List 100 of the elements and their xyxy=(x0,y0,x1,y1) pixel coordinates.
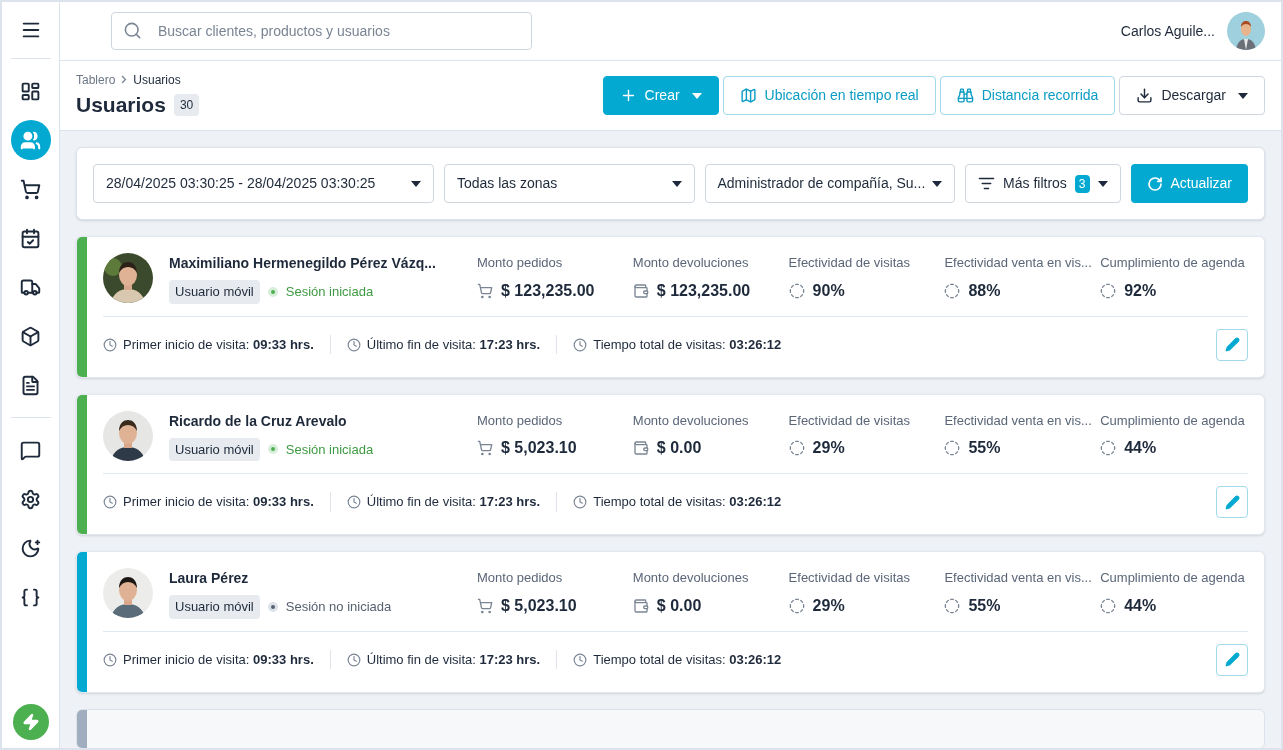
metric-label: Monto devoluciones xyxy=(632,411,750,430)
document-icon xyxy=(20,374,41,396)
metric-value: 44% xyxy=(1124,595,1157,616)
user-name: Ricardo de la Cruz Arevalo xyxy=(169,411,347,431)
visit-time: Primer inicio de visita: 09:33 hrs. xyxy=(123,493,314,512)
metric-value: $ 0.00 xyxy=(656,438,702,458)
edit-button[interactable] xyxy=(1216,328,1248,361)
metric-value: $ 5,023.10 xyxy=(501,595,577,616)
metric-value: 29% xyxy=(812,595,845,616)
filter-select[interactable]: 28/04/2025 03:30:25 - 28/04/2025 03:30:25 xyxy=(93,164,434,203)
caret-icon xyxy=(1097,180,1108,187)
pencil-icon xyxy=(1224,494,1240,510)
clock-icon xyxy=(346,495,361,509)
visit-time: Primer inicio de visita: 09:33 hrs. xyxy=(123,650,314,669)
progress-ring-icon xyxy=(788,282,805,299)
edit-button[interactable] xyxy=(1216,486,1248,518)
caret-icon xyxy=(671,180,682,187)
metric-label: Monto pedidos xyxy=(477,569,564,587)
caret-icon xyxy=(1238,92,1248,99)
clock-icon xyxy=(346,652,361,667)
user-avatar[interactable] xyxy=(1227,12,1265,50)
visit-time: Último fin de visita: 17:23 hrs. xyxy=(366,493,541,512)
dashboard-icon xyxy=(20,80,41,102)
session-status: Sesión no iniciada xyxy=(285,598,392,616)
clock-icon xyxy=(573,652,588,667)
metric-label: Monto pedidos xyxy=(477,411,564,430)
binoculars-icon xyxy=(956,87,974,104)
breadcrumb-link[interactable]: Usuarios xyxy=(133,70,181,89)
action-button[interactable]: Descargar xyxy=(1119,76,1265,115)
progress-ring-icon xyxy=(944,597,961,614)
caret-icon xyxy=(691,92,702,99)
metric-label: Efectividad venta en vis... xyxy=(944,254,1093,272)
visit-time: Último fin de visita: 17:23 hrs. xyxy=(366,650,541,669)
progress-ring-icon xyxy=(788,597,805,614)
moon-icon xyxy=(20,537,41,559)
metric-value: 92% xyxy=(1124,280,1157,301)
metric-label: Cumplimiento de agenda xyxy=(1100,569,1246,587)
filter-count-badge: 3 xyxy=(1074,174,1090,193)
progress-ring-icon xyxy=(944,440,961,456)
progress-ring-icon xyxy=(1100,282,1117,299)
search-icon xyxy=(123,21,142,40)
filter-select[interactable]: Administrador de compañía, Su... xyxy=(704,164,956,203)
wallet-icon xyxy=(632,440,649,456)
progress-ring-icon xyxy=(1100,597,1117,614)
cart-icon xyxy=(477,597,493,614)
caret-icon xyxy=(932,180,943,187)
metric-label: Efectividad de visitas xyxy=(788,569,911,587)
metric-label: Efectividad venta en vis... xyxy=(944,569,1093,587)
download-icon xyxy=(1136,87,1154,104)
progress-ring-icon xyxy=(1100,440,1117,456)
map-icon xyxy=(739,87,757,104)
visit-time: Tiempo total de visitas: 03:26:12 xyxy=(593,650,782,669)
role-tag: Usuario móvil xyxy=(169,595,260,619)
progress-ring-icon xyxy=(944,282,961,299)
metric-value: $ 123,235.00 xyxy=(656,280,751,301)
user-name: Laura Pérez xyxy=(169,569,249,588)
user-name: Maximiliano Hermenegildo Pérez Vázq... xyxy=(169,254,436,273)
pencil-icon xyxy=(1224,652,1240,667)
filter-select[interactable]: Todas las zonas xyxy=(443,164,695,203)
metric-value: $ 123,235.00 xyxy=(501,280,595,301)
metric-label: Efectividad venta en vis... xyxy=(944,411,1093,430)
metric-label: Efectividad de visitas xyxy=(788,254,911,272)
count-badge: 30 xyxy=(173,93,200,116)
lightning-icon xyxy=(21,713,40,731)
filter-icon xyxy=(978,175,996,192)
caret-icon xyxy=(410,180,421,187)
metric-value: 29% xyxy=(812,438,845,458)
search-field[interactable]: Buscar clientes, productos y usuarios xyxy=(111,12,532,50)
users-icon xyxy=(20,129,41,151)
visit-time: Tiempo total de visitas: 03:26:12 xyxy=(593,493,782,512)
user-name: Carlos Aguile... xyxy=(1120,21,1215,41)
box-icon xyxy=(20,325,41,347)
role-tag: Usuario móvil xyxy=(169,437,260,461)
visit-time: Tiempo total de visitas: 03:26:12 xyxy=(593,335,782,354)
session-status: Sesión iniciada xyxy=(285,283,374,301)
pencil-icon xyxy=(1224,337,1240,352)
visit-time: Primer inicio de visita: 09:33 hrs. xyxy=(123,335,314,354)
chat-icon xyxy=(20,439,41,461)
quick-action-button[interactable] xyxy=(12,704,49,740)
metric-value: 55% xyxy=(968,438,1001,458)
wallet-icon xyxy=(632,282,649,299)
calendar-icon xyxy=(20,227,41,249)
cart-icon xyxy=(477,440,493,456)
role-tag: Usuario móvil xyxy=(169,280,260,304)
clock-icon xyxy=(346,337,361,352)
settings-icon xyxy=(20,488,41,510)
metric-value: $ 5,023.10 xyxy=(501,438,577,458)
page-title: Usuarios xyxy=(76,91,166,118)
refresh-icon xyxy=(1146,175,1163,192)
metric-label: Monto devoluciones xyxy=(632,569,750,587)
metric-label: Monto devoluciones xyxy=(632,254,750,272)
metric-value: 55% xyxy=(968,595,1001,616)
session-status: Sesión iniciada xyxy=(285,440,374,459)
clock-icon xyxy=(573,337,588,352)
more-filters-button[interactable]: Más filtros 3 xyxy=(965,164,1121,203)
clock-icon xyxy=(573,495,588,509)
edit-button[interactable] xyxy=(1216,643,1248,676)
metric-label: Monto pedidos xyxy=(477,254,564,272)
breadcrumb-link[interactable]: Tablero xyxy=(76,70,116,89)
metric-value: 44% xyxy=(1124,438,1157,458)
